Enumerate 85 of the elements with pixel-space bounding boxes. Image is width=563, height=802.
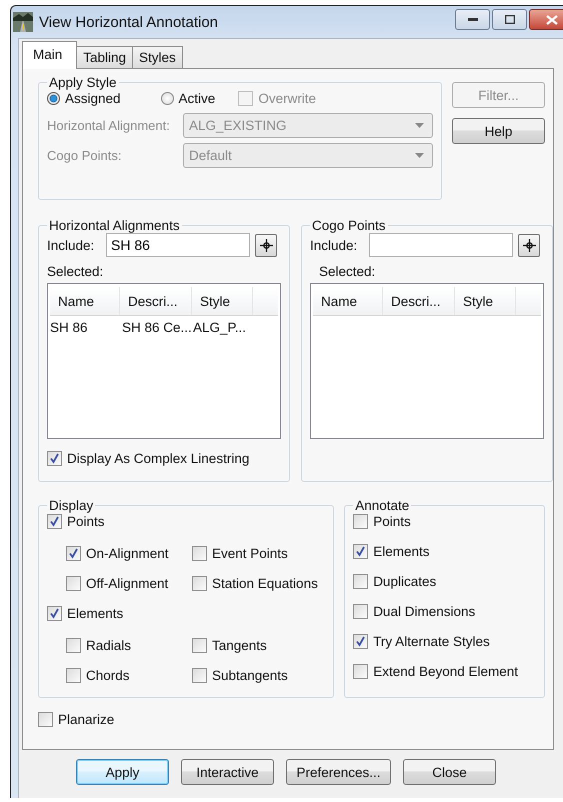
include-field[interactable]: SH 86 — [106, 233, 250, 257]
column-header[interactable]: Name — [50, 287, 120, 315]
checkbox-label: Elements — [67, 606, 124, 621]
checkbox-label: Event Points — [212, 546, 288, 561]
checkbox-label: Station Equations — [212, 576, 318, 591]
checkbox[interactable] — [353, 574, 368, 589]
column-header[interactable]: Style — [192, 287, 253, 315]
checkbox[interactable] — [192, 576, 207, 591]
field-label: Cogo Points: — [47, 148, 122, 163]
window-title: View Horizontal Annotation — [39, 14, 218, 30]
checkbox[interactable] — [192, 638, 207, 653]
close-button[interactable] — [529, 9, 563, 30]
tab[interactable]: Main — [22, 41, 78, 69]
pick-button[interactable] — [255, 234, 277, 256]
road-icon — [13, 12, 33, 32]
column-header[interactable]: Style — [455, 287, 516, 315]
minimize-icon — [468, 18, 478, 22]
checkbox-label: Display As Complex Linestring — [67, 451, 250, 466]
checkbox[interactable] — [38, 712, 53, 727]
checkbox[interactable] — [192, 668, 207, 683]
crosshair-icon — [260, 238, 272, 252]
checkbox[interactable] — [47, 606, 62, 621]
group-title: Annotate — [354, 498, 410, 513]
checkbox-label: Planarize — [58, 712, 114, 727]
checkbox[interactable] — [192, 546, 207, 561]
checkbox-label: Try Alternate Styles — [373, 634, 490, 649]
tab[interactable]: Tabling — [76, 46, 134, 68]
list-label: Selected: — [319, 264, 376, 279]
pick-button[interactable] — [518, 234, 540, 256]
column-header[interactable]: Name — [313, 287, 383, 315]
radio-label: Active — [178, 91, 216, 106]
checkbox-label: Off-Alignment — [86, 576, 168, 591]
dialog-button[interactable]: Close — [403, 759, 496, 785]
group-title: Horizontal Alignments — [48, 218, 181, 233]
checkbox-label: Dual Dimensions — [373, 604, 476, 619]
field-label: Include: — [310, 238, 358, 252]
group-title: Apply Style — [48, 75, 118, 90]
close-icon — [546, 14, 558, 24]
checkbox[interactable] — [353, 664, 368, 679]
checkbox-label: Radials — [86, 638, 132, 653]
checkbox-label: Overwrite — [258, 91, 316, 106]
side-button[interactable]: Help — [452, 118, 545, 144]
checkbox[interactable] — [353, 604, 368, 619]
column-header[interactable]: Descri... — [383, 287, 455, 315]
radio-button[interactable] — [160, 92, 174, 105]
checkbox-label: On-Alignment — [86, 546, 169, 561]
checkbox[interactable] — [66, 668, 81, 683]
checkbox[interactable] — [47, 451, 62, 466]
maximize-button[interactable] — [492, 9, 527, 30]
radio-button[interactable] — [47, 92, 60, 105]
checkbox[interactable] — [353, 514, 368, 529]
crosshair-icon — [522, 238, 536, 252]
group-title: Cogo Points — [311, 218, 387, 233]
group-title: Display — [48, 498, 94, 513]
table-cell: ALG_P... — [193, 320, 246, 335]
checkbox-label: Duplicates — [373, 574, 436, 589]
checkbox[interactable] — [353, 634, 368, 649]
checkbox[interactable] — [66, 638, 81, 653]
checkbox-label: Points — [67, 514, 105, 529]
checkbox[interactable] — [66, 546, 81, 561]
tab[interactable]: Styles — [132, 46, 183, 68]
radio-label: Assigned — [65, 91, 121, 106]
field-label: Horizontal Alignment: — [47, 118, 171, 133]
restore-icon — [504, 15, 514, 24]
checkbox-label: Chords — [86, 668, 130, 683]
checkbox-label: Subtangents — [212, 668, 288, 683]
checkbox-label: Elements — [373, 544, 430, 559]
table-cell: SH 86 Ce... — [122, 320, 193, 335]
dialog-button[interactable]: Apply — [76, 759, 169, 785]
include-field[interactable] — [369, 233, 513, 257]
checkbox-label: Tangents — [212, 638, 267, 653]
list-label: Selected: — [47, 264, 104, 279]
checkbox[interactable] — [353, 544, 368, 559]
checkbox-label: Points — [373, 514, 411, 529]
field-label: Include: — [47, 238, 96, 252]
dialog-button[interactable]: Interactive — [181, 759, 274, 785]
checkbox[interactable] — [66, 576, 81, 591]
checkbox[interactable] — [47, 514, 62, 529]
caret-icon — [415, 123, 424, 128]
table-cell-text: SH 86 — [50, 320, 89, 335]
minimize-button[interactable] — [455, 9, 490, 30]
column-header[interactable]: Descri... — [120, 287, 192, 315]
dialog-button[interactable]: Preferences... — [286, 759, 391, 785]
caret-icon — [415, 153, 424, 158]
checkbox-label: Extend Beyond Element — [373, 664, 518, 679]
